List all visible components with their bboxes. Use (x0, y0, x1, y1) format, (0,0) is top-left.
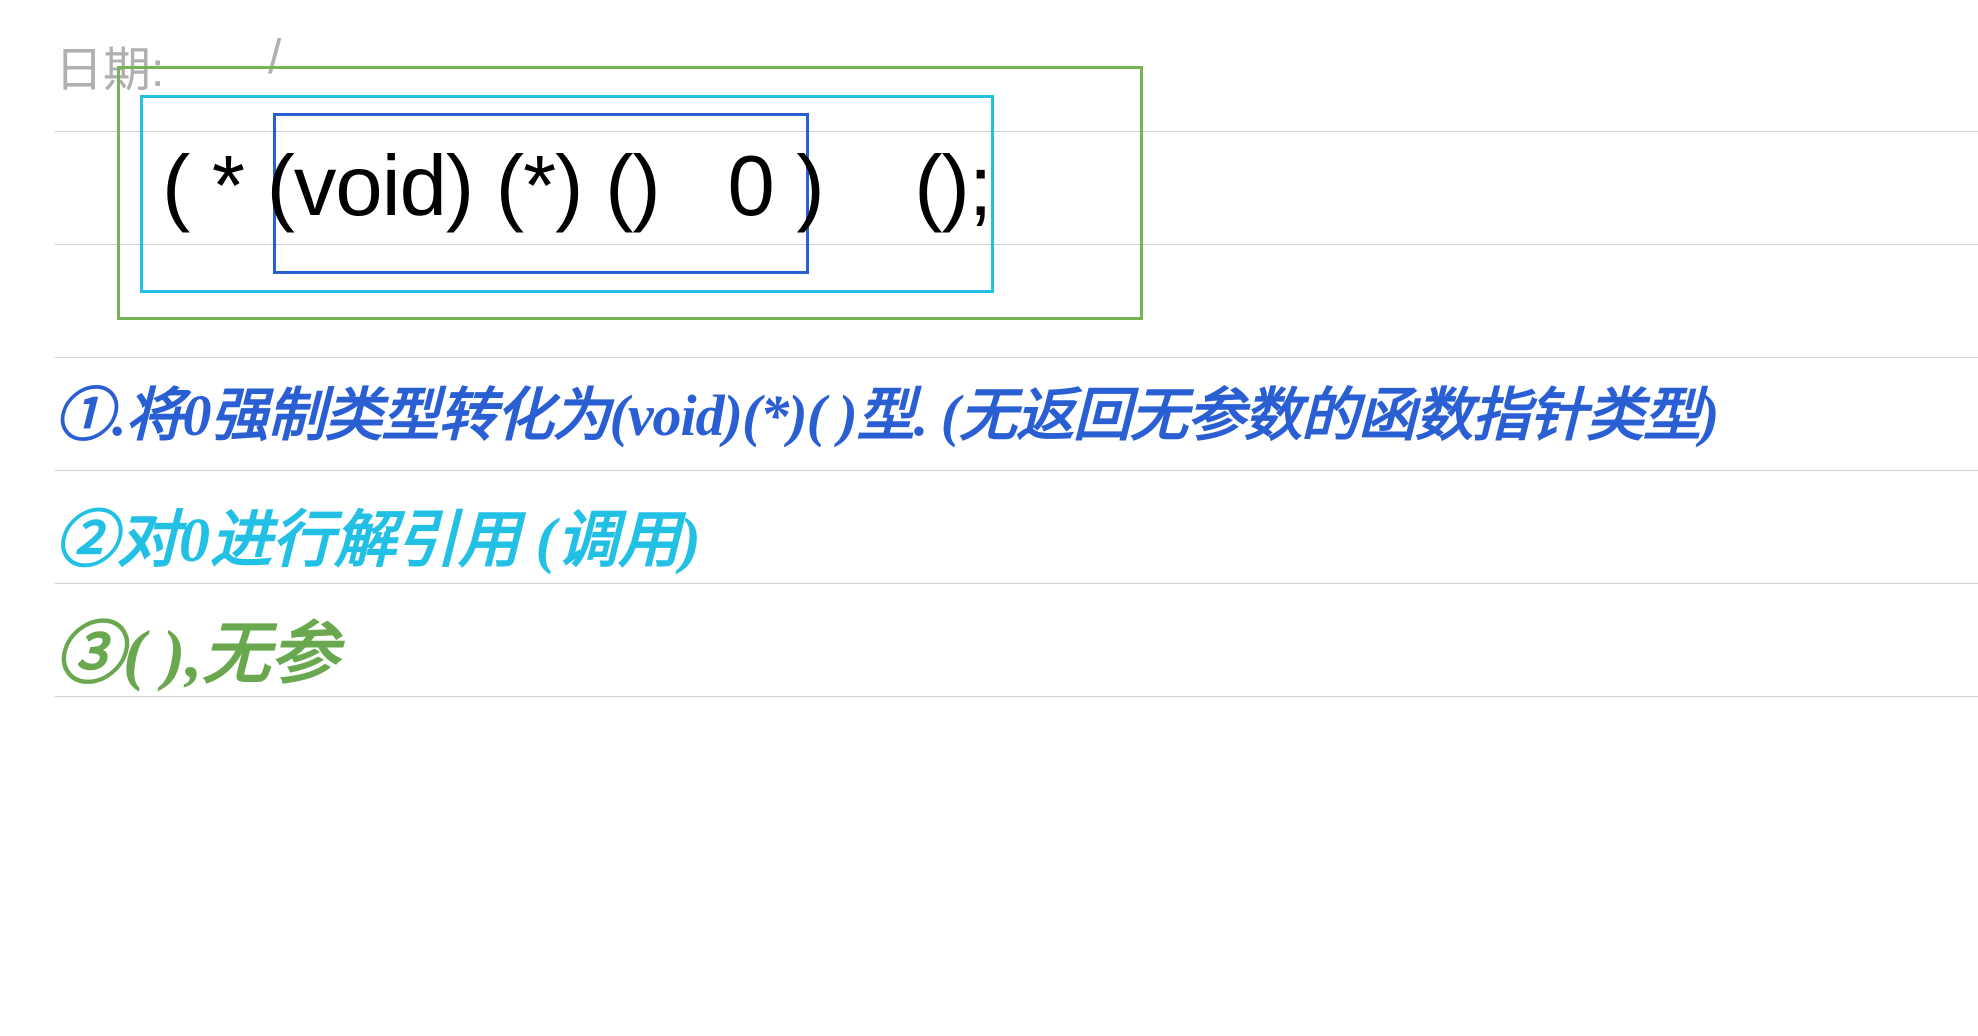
ruled-line (55, 357, 1978, 358)
ruled-line (55, 583, 1978, 584)
annotation-3: ③( ),无参 (55, 620, 338, 688)
annotation-2: ②对0进行解引用 (调用) (55, 510, 701, 572)
ruled-line (55, 470, 1978, 471)
ruled-line (55, 696, 1978, 697)
annotation-1: ①.将0强制类型转化为(void)(*)( )型. (无返回无参数的函数指针类型… (55, 387, 1718, 445)
code-expression: ( * (void) (*) () 0 ) (); (162, 138, 991, 236)
